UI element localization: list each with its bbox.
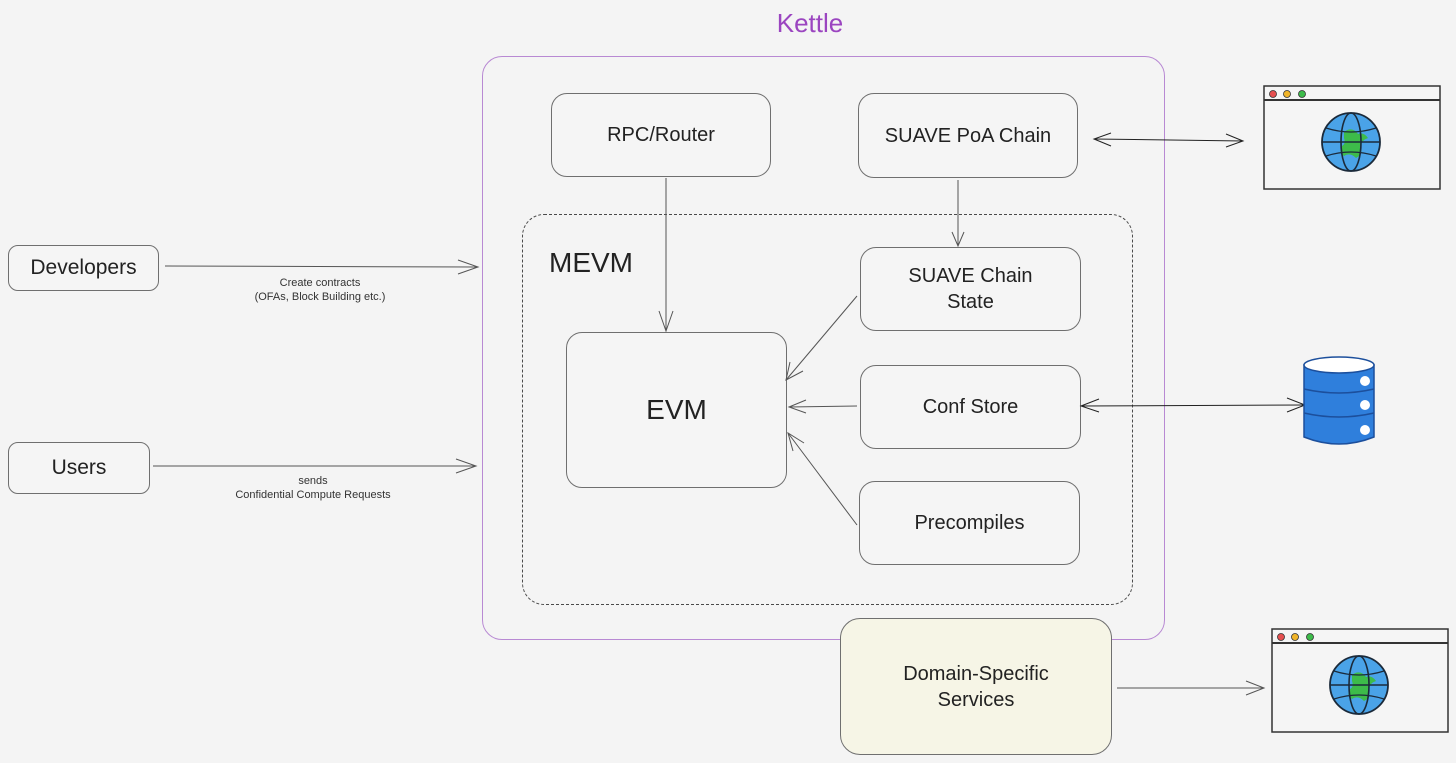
browser-globe-icon [1270, 627, 1450, 740]
mevm-label: MEVM [549, 247, 633, 278]
domain-specific-services-label: Domain-Specific Services [903, 662, 1049, 711]
users-arrowhead [455, 458, 478, 474]
suave-chain-state-node[interactable]: SUAVE Chain State [860, 247, 1081, 331]
evm-label: EVM [646, 394, 707, 425]
architecture-diagram: Kettle MEVM Developers Users Create cont… [0, 0, 1456, 763]
users-node[interactable]: Users [8, 442, 150, 494]
users-edge-label-line2: Confidential Compute Requests [235, 489, 391, 501]
developers-edge-label-line2: (OFAs, Block Building etc.) [254, 291, 386, 303]
precompiles-label: Precompiles [914, 512, 1025, 534]
developers-arrowhead [457, 259, 480, 275]
suave-poa-chain-node[interactable]: SUAVE PoA Chain [858, 93, 1078, 178]
kettle-title: Kettle [776, 8, 844, 38]
rpc-router-label: RPC/Router [607, 124, 715, 146]
precompiles-node[interactable]: Precompiles [859, 481, 1080, 565]
developers-to-kettle-arrow [164, 265, 479, 268]
suave-chain-state-label: SUAVE Chain State [908, 265, 1033, 313]
database-icon [1302, 355, 1376, 452]
evm-node[interactable]: EVM [566, 332, 787, 488]
suave-poa-chain-label: SUAVE PoA Chain [884, 124, 1052, 147]
conf-store-label: Conf Store [922, 396, 1019, 418]
developers-edge-label-line1: Create contracts [279, 277, 361, 289]
users-edge-label-line1: sends [298, 475, 328, 487]
domain-browser-arrowhead [1245, 680, 1266, 696]
conf-store-node[interactable]: Conf Store [860, 365, 1081, 449]
domain-specific-services-node[interactable]: Domain-Specific Services [840, 618, 1112, 755]
globe-icon [1321, 112, 1381, 172]
users-label: Users [51, 456, 107, 479]
developers-node[interactable]: Developers [8, 245, 159, 291]
browser-globe-icon [1262, 84, 1442, 197]
developers-edge-label: Create contracts (OFAs, Block Building e… [190, 276, 450, 304]
globe-icon [1329, 655, 1389, 715]
poa-browser-arrowhead-right [1225, 133, 1245, 148]
rpc-router-node[interactable]: RPC/Router [551, 93, 771, 177]
developers-label: Developers [30, 256, 137, 279]
users-edge-label: sends Confidential Compute Requests [183, 474, 443, 502]
